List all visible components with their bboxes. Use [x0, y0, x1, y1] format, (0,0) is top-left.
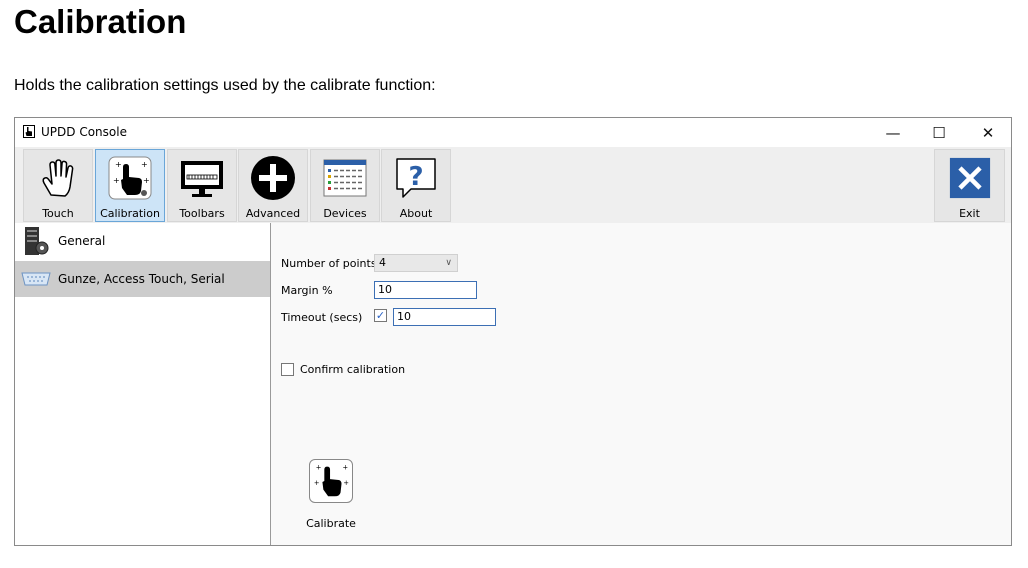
serial-port-icon: [21, 272, 51, 286]
close-button[interactable]: ✕: [965, 118, 1011, 147]
app-hand-icon: [23, 125, 35, 138]
margin-label: Margin %: [281, 284, 333, 297]
toolbar-advanced-button[interactable]: Advanced: [238, 149, 308, 222]
toolbars-monitor-icon: [181, 161, 223, 197]
svg-text:+: +: [143, 176, 150, 185]
toolbar-touch-button[interactable]: Touch: [23, 149, 93, 222]
toolbar-about-button[interactable]: ? About: [381, 149, 451, 222]
calibration-icon: + + + +: [108, 156, 152, 200]
page-description: Holds the calibration settings used by t…: [14, 77, 436, 94]
svg-text:+: +: [115, 160, 122, 169]
toolbar-advanced-label: Advanced: [245, 207, 301, 220]
svg-text:+: +: [141, 160, 148, 169]
confirm-calibration-label: Confirm calibration: [300, 363, 406, 376]
svg-text:+: +: [113, 176, 120, 185]
updd-console-window: UPDD Console — ☐ ✕ Touch + + + + Calibra…: [14, 117, 1012, 546]
toolbar-devices-label: Devices: [323, 207, 367, 220]
number-of-points-select[interactable]: 4 ∨: [374, 254, 458, 272]
plus-circle-icon: [251, 156, 295, 200]
close-x-icon: [949, 157, 990, 199]
toolbar-devices-button[interactable]: Devices: [310, 149, 380, 222]
calibrate-button[interactable]: + + + + Calibrate: [304, 457, 358, 537]
svg-text:+: +: [343, 479, 349, 487]
margin-input[interactable]: 10: [374, 281, 477, 299]
toolbar-exit-button[interactable]: Exit: [934, 149, 1005, 222]
number-of-points-value: 4: [379, 256, 386, 269]
maximize-button[interactable]: ☐: [916, 118, 962, 147]
toolbar-touch-label: Touch: [42, 207, 74, 220]
svg-text:+: +: [314, 479, 320, 487]
toolbar-calibration-button[interactable]: + + + + Calibration: [95, 149, 165, 222]
timeout-label: Timeout (secs): [281, 311, 363, 324]
chevron-down-icon: ∨: [445, 258, 452, 268]
title-bar: UPDD Console — ☐ ✕: [15, 118, 1011, 147]
svg-text:+: +: [342, 464, 348, 472]
confirm-calibration-checkbox[interactable]: [281, 363, 294, 376]
toolbar-toolbars-label: Toolbars: [179, 207, 225, 220]
sidebar-item-label: Gunze, Access Touch, Serial: [58, 272, 225, 286]
page-title: Calibration: [14, 3, 187, 40]
toolbar-calibration-label: Calibration: [100, 207, 160, 220]
sidebar-item-label: General: [58, 234, 106, 248]
server-gear-icon: [25, 227, 49, 255]
timeout-input[interactable]: 10: [393, 308, 496, 326]
window-title: UPDD Console: [41, 125, 127, 139]
toolbar-about-label: About: [399, 207, 433, 220]
touch-hand-icon: [42, 159, 74, 197]
devices-list-icon: [323, 159, 367, 197]
calibrate-label: Calibrate: [306, 517, 356, 530]
svg-text:+: +: [316, 464, 322, 472]
timeout-checkbox[interactable]: ✓: [374, 309, 387, 322]
number-of-points-label: Number of points: [281, 257, 377, 270]
sidebar-item-gunze-serial[interactable]: Gunze, Access Touch, Serial: [15, 261, 270, 297]
svg-text:?: ?: [408, 162, 423, 192]
toolbar: Touch + + + + Calibration Toolbars Advan…: [15, 147, 1011, 223]
sidebar-item-general[interactable]: General: [15, 223, 270, 259]
toolbar-exit-label: Exit: [959, 207, 980, 220]
question-icon: ?: [396, 158, 436, 198]
toolbar-toolbars-button[interactable]: Toolbars: [167, 149, 237, 222]
calibrate-hand-icon: + + + +: [309, 459, 353, 503]
device-tree: General Gunze, Access Touch, Serial: [15, 223, 271, 545]
minimize-button[interactable]: —: [870, 118, 916, 147]
settings-panel: Number of points 4 ∨ Margin % 10 Timeout…: [271, 223, 1011, 545]
